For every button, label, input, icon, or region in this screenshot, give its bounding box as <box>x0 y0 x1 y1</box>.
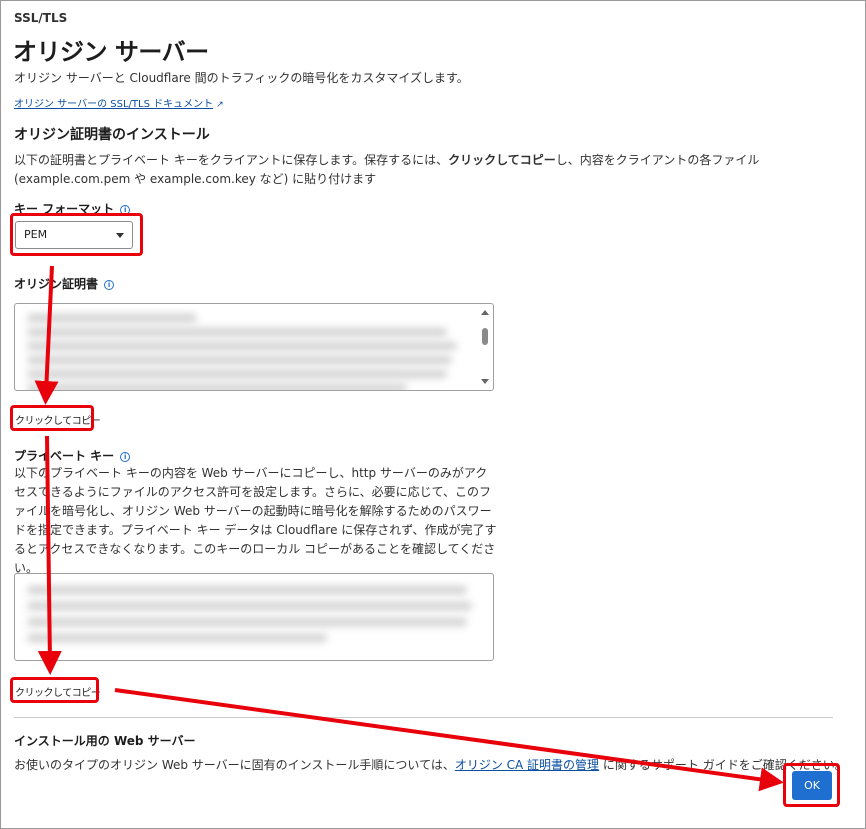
page-subtitle: オリジン サーバーと Cloudflare 間のトラフィックの暗号化をカスタマイ… <box>14 71 469 85</box>
private-key-label-text: プライベート キー <box>14 449 115 463</box>
ssl-docs-link[interactable]: オリジン サーバーの SSL/TLS ドキュメント ↗ <box>14 95 224 110</box>
annotation-box-copy-key <box>10 677 99 703</box>
ssl-docs-link-label: オリジン サーバーの SSL/TLS ドキュメント <box>14 99 214 110</box>
external-link-icon: ↗ <box>216 100 224 110</box>
breadcrumb[interactable]: SSL/TLS <box>14 11 67 25</box>
annotation-box-key-format <box>10 213 143 256</box>
install-section-heading: オリジン証明書のインストール <box>14 127 210 143</box>
section-divider <box>14 717 833 718</box>
install-section-description: 以下の証明書とプライベート キーをクライアントに保存します。保存するには、クリッ… <box>14 151 784 189</box>
origin-cert-textarea[interactable] <box>14 303 494 391</box>
web-server-heading: インストール用の Web サーバー <box>14 734 196 748</box>
install-desc-part1: 以下の証明書とプライベート キーをクライアントに保存します。保存するには、 <box>14 153 449 167</box>
info-icon[interactable]: i <box>104 280 115 290</box>
cert-scrollbar[interactable] <box>479 306 491 388</box>
origin-cert-label-text: オリジン証明書 <box>14 277 99 291</box>
annotation-box-ok <box>783 763 840 807</box>
scroll-up-arrow[interactable] <box>481 310 489 315</box>
private-key-textarea[interactable] <box>14 573 494 661</box>
install-desc-bold: クリックしてコピー <box>448 153 556 167</box>
page-title: オリジン サーバー <box>13 38 209 66</box>
private-key-description: 以下のプライベート キーの内容を Web サーバーにコピーし、http サーバー… <box>14 466 497 575</box>
private-key-label: プライベート キー i <box>14 447 131 464</box>
web-server-instructions: お使いのタイプのオリジン Web サーバーに固有のインストール手順については、オ… <box>14 756 847 773</box>
annotation-box-copy-cert <box>10 405 94 431</box>
web-server-text-before: お使いのタイプのオリジン Web サーバーに固有のインストール手順については、 <box>14 758 455 772</box>
origin-ca-link[interactable]: オリジン CA 証明書の管理 <box>455 758 599 772</box>
info-icon[interactable]: i <box>120 452 131 462</box>
scroll-thumb[interactable] <box>482 328 488 345</box>
origin-cert-label: オリジン証明書 i <box>14 275 115 292</box>
scroll-down-arrow[interactable] <box>481 379 489 384</box>
